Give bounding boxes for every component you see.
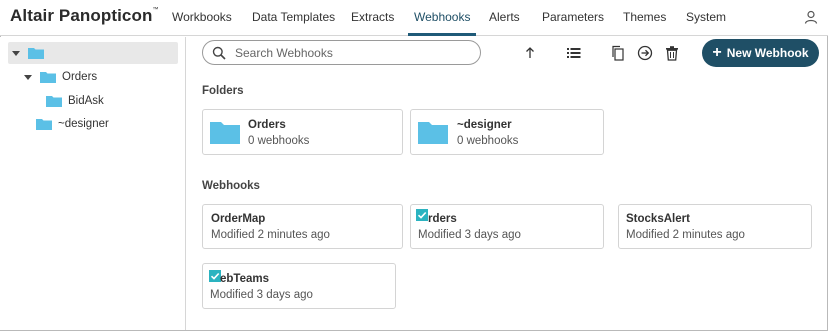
folders-section-title: Folders — [202, 85, 244, 97]
webhook-name: OrderMap — [211, 213, 266, 225]
folder-count: 0 webhooks — [248, 135, 310, 147]
tree-item-root[interactable] — [8, 42, 178, 64]
nav-alerts[interactable]: Alerts — [489, 0, 520, 36]
new-webhook-label: New Webhook — [726, 46, 809, 60]
tree-item-bidask[interactable]: BidAsk — [46, 91, 104, 111]
move-icon[interactable] — [637, 45, 653, 61]
webhook-name: rders — [428, 213, 457, 225]
tree-item-label: Orders — [62, 71, 98, 83]
folder-name: ~designer — [457, 119, 512, 131]
search-input[interactable] — [235, 44, 465, 61]
folder-icon — [36, 119, 52, 130]
folder-card-orders[interactable]: Orders 0 webhooks — [202, 109, 403, 155]
webhook-modified: Modified 3 days ago — [210, 289, 313, 301]
checkbox-checked-icon[interactable] — [416, 209, 428, 221]
webhook-modified: Modified 2 minutes ago — [211, 229, 330, 241]
nav-webhooks[interactable]: Webhooks — [407, 0, 478, 36]
folder-icon — [46, 96, 62, 107]
folder-tree-sidebar: Orders BidAsk ~designer — [0, 37, 186, 330]
tree-item-label: BidAsk — [68, 95, 104, 107]
tree-item-orders[interactable]: Orders — [24, 67, 97, 87]
folder-icon — [40, 72, 56, 83]
folder-name: Orders — [248, 119, 286, 131]
nav-extracts[interactable]: Extracts — [351, 0, 394, 36]
webhook-modified: Modified 2 minutes ago — [626, 229, 745, 241]
nav-system[interactable]: System — [686, 0, 726, 36]
caret-down-icon[interactable] — [24, 74, 32, 80]
webhook-card-ordermap[interactable]: OrderMap Modified 2 minutes ago — [202, 204, 403, 249]
caret-down-icon[interactable] — [12, 50, 20, 56]
nav-parameters[interactable]: Parameters — [542, 0, 604, 36]
webhook-name: StocksAlert — [626, 213, 690, 225]
nav-themes[interactable]: Themes — [623, 0, 666, 36]
folder-icon — [418, 122, 448, 144]
webhooks-section-title: Webhooks — [202, 180, 260, 192]
nav-data-templates[interactable]: Data Templates — [252, 0, 335, 36]
main-content: + New Webhook Folders Orders 0 webhooks … — [187, 37, 827, 330]
webhook-name: ebTeams — [220, 273, 270, 285]
webhook-card-stocksalert[interactable]: StocksAlert Modified 2 minutes ago — [618, 204, 812, 249]
folder-card-designer[interactable]: ~designer 0 webhooks — [410, 109, 604, 155]
top-nav-bar: Altair Panopticon™ Workbooks Data Templa… — [0, 0, 828, 36]
new-webhook-button[interactable]: + New Webhook — [702, 39, 819, 67]
trash-icon[interactable] — [664, 45, 680, 61]
plus-icon: + — [712, 44, 722, 61]
webhook-card-orders[interactable]: rders Modified 3 days ago — [410, 204, 604, 249]
brand-logo: Altair Panopticon™ — [10, 6, 159, 25]
user-icon[interactable] — [804, 10, 818, 24]
folder-count: 0 webhooks — [457, 135, 519, 147]
tree-item-label: ~designer — [58, 118, 109, 130]
search-box[interactable] — [202, 40, 481, 65]
sort-arrow-up-icon[interactable] — [522, 45, 538, 61]
webhook-modified: Modified 3 days ago — [418, 229, 521, 241]
tree-item-designer[interactable]: ~designer — [36, 114, 109, 134]
folder-icon — [28, 48, 44, 59]
copy-icon[interactable] — [610, 45, 626, 61]
list-view-icon[interactable] — [566, 45, 582, 61]
nav-workbooks[interactable]: Workbooks — [172, 0, 232, 36]
search-icon — [212, 46, 226, 60]
folder-icon — [210, 122, 240, 144]
webhook-card-teams[interactable]: ebTeams Modified 3 days ago — [202, 263, 396, 309]
